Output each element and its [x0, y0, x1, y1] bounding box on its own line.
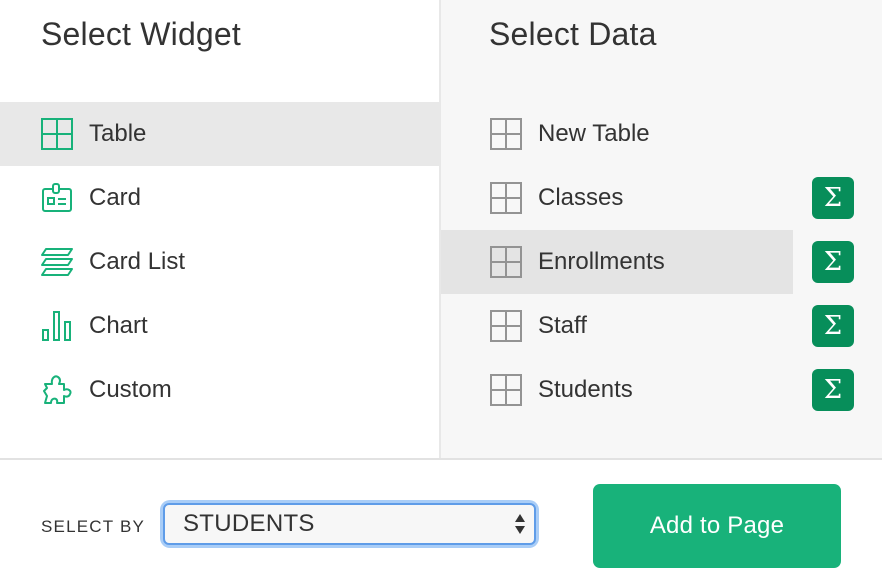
sigma-icon: Σ [823, 311, 843, 341]
summary-sigma-button[interactable]: Σ [812, 305, 854, 347]
data-item-staff[interactable]: Staff Σ [441, 294, 882, 358]
sigma-icon: Σ [823, 375, 843, 405]
data-item-students[interactable]: Students Σ [441, 358, 882, 422]
bar-chart-icon [41, 310, 73, 342]
add-to-page-button[interactable]: Add to Page [593, 484, 841, 568]
data-item-label: Staff [538, 312, 587, 339]
data-item-enrollments[interactable]: Enrollments Σ [441, 230, 882, 294]
puzzle-piece-icon [41, 374, 73, 406]
sigma-icon: Σ [823, 247, 843, 277]
select-by-dropdown[interactable]: STUDENTS [163, 503, 536, 545]
table-grid-icon [41, 118, 73, 150]
id-card-icon [41, 182, 73, 214]
select-by-value: STUDENTS [183, 510, 315, 537]
widget-item-table[interactable]: Table [0, 102, 439, 166]
select-widget-title: Select Widget [41, 16, 242, 52]
select-data-title: Select Data [489, 16, 657, 52]
sigma-icon: Σ [823, 183, 843, 213]
summary-sigma-button[interactable]: Σ [812, 369, 854, 411]
widget-item-card[interactable]: Card [0, 166, 439, 230]
select-widget-panel: Select Widget Table Card Card List Chart… [0, 0, 439, 458]
data-item-classes[interactable]: Classes Σ [441, 166, 882, 230]
footer-bar: SELECT BY STUDENTS Add to Page [0, 460, 882, 584]
select-data-panel: Select Data New Table Classes Σ Enrollme… [441, 0, 882, 458]
select-by-focus-ring: STUDENTS [163, 503, 536, 545]
table-grid-icon [489, 309, 523, 343]
data-item-label: Students [538, 376, 633, 403]
table-grid-icon [489, 181, 523, 215]
widget-item-chart[interactable]: Chart [0, 294, 439, 358]
widget-item-label: Card [89, 184, 142, 211]
widget-list: Table Card Card List Chart Custom [0, 102, 439, 422]
widget-item-label: Card List [89, 248, 186, 275]
widget-item-label: Chart [89, 312, 148, 339]
data-item-label: New Table [538, 120, 650, 147]
data-list: New Table Classes Σ Enrollments Σ Staff … [441, 102, 882, 422]
table-grid-icon [489, 373, 523, 407]
table-grid-icon [489, 117, 523, 151]
table-grid-icon [489, 245, 523, 279]
card-list-icon [41, 246, 73, 278]
widget-item-label: Custom [89, 376, 172, 403]
data-item-label: Enrollments [538, 248, 665, 275]
data-item-label: Classes [538, 184, 624, 211]
summary-sigma-button[interactable]: Σ [812, 241, 854, 283]
data-item-new-table[interactable]: New Table [441, 102, 882, 166]
widget-item-label: Table [89, 120, 147, 147]
summary-sigma-button[interactable]: Σ [812, 177, 854, 219]
updown-arrows-icon [514, 512, 526, 536]
widget-item-custom[interactable]: Custom [0, 358, 439, 422]
widget-item-card-list[interactable]: Card List [0, 230, 439, 294]
widget-picker-dialog: Select Widget Table Card Card List Chart… [0, 0, 882, 584]
picker-panels: Select Widget Table Card Card List Chart… [0, 0, 882, 458]
select-by-label: SELECT BY [41, 517, 146, 536]
